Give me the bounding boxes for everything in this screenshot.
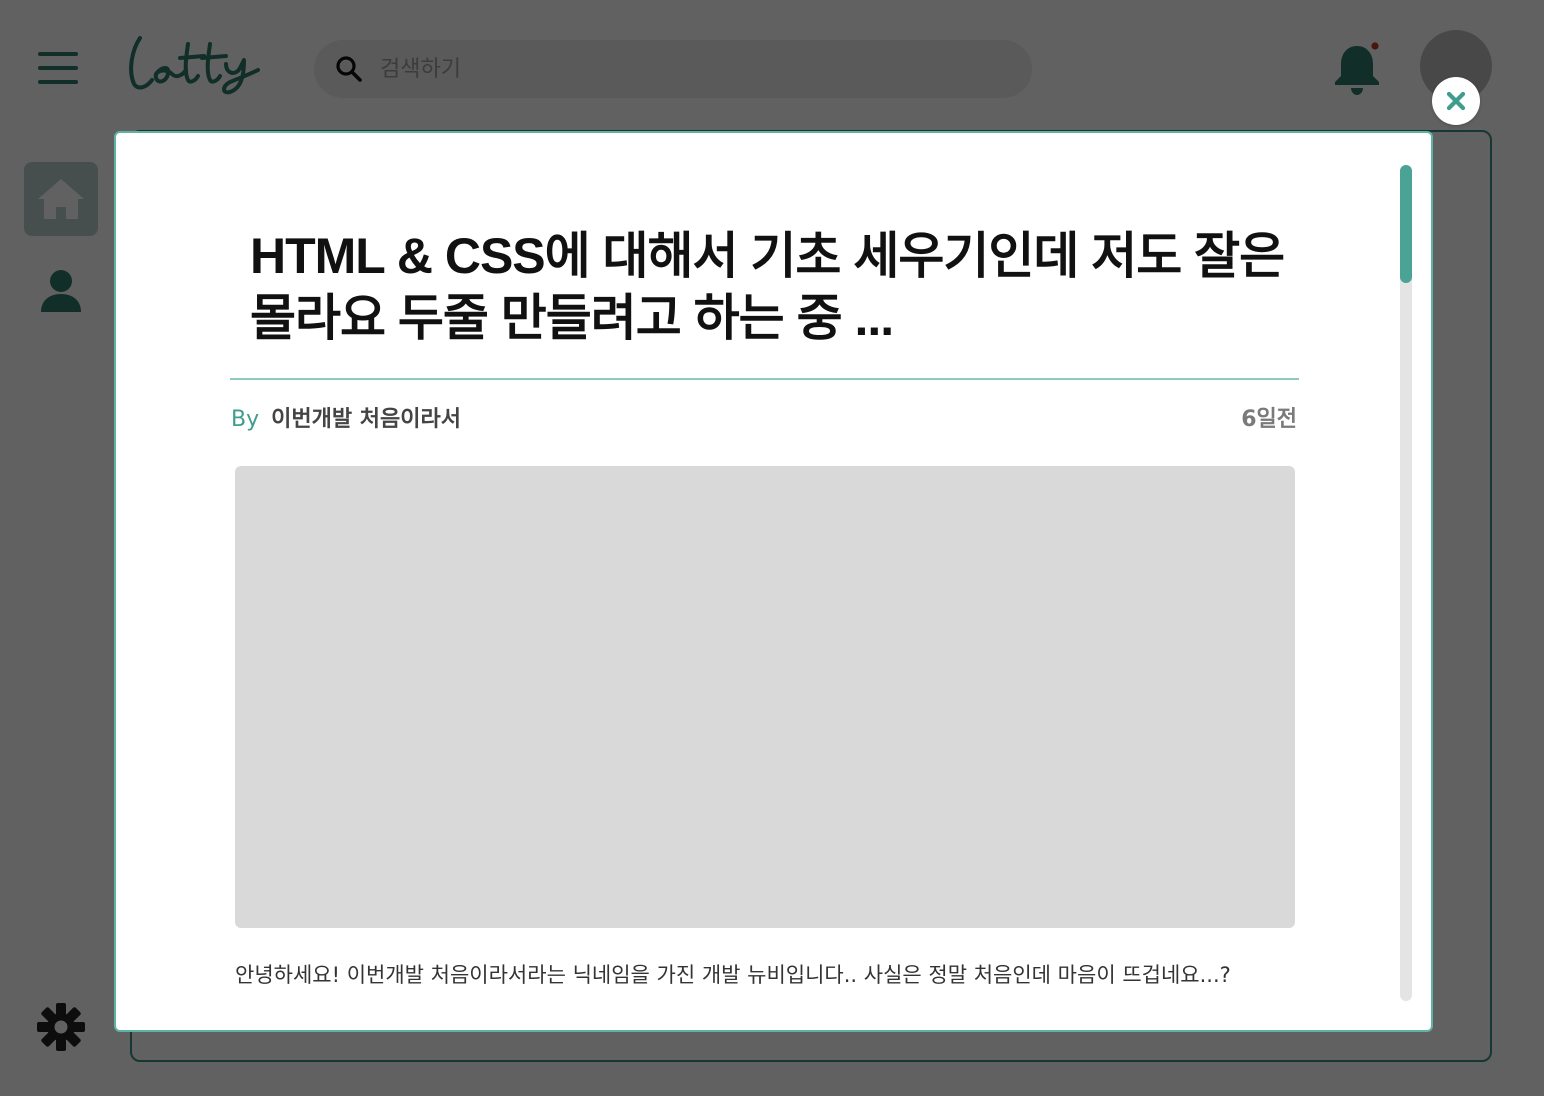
close-button[interactable] bbox=[1432, 77, 1480, 125]
title-divider bbox=[230, 378, 1299, 380]
post-body: 안녕하세요! 이번개발 처음이라서라는 닉네임을 가진 개발 뉴비입니다.. 사… bbox=[235, 963, 1231, 987]
post-byline: By 이번개발 처음이라서 bbox=[231, 403, 461, 437]
author-name[interactable]: 이번개발 처음이라서 bbox=[271, 403, 461, 437]
close-icon bbox=[1446, 91, 1466, 111]
scrollbar-thumb[interactable] bbox=[1400, 165, 1412, 283]
by-label: By bbox=[231, 407, 260, 432]
post-title: HTML & CSS에 대해서 기초 세우기인데 저도 잘은 몰라요 두줄 만들… bbox=[250, 228, 1285, 346]
modal-scrollbar[interactable] bbox=[1400, 165, 1412, 1001]
post-timestamp: 6일전 bbox=[1241, 407, 1297, 432]
post-modal: HTML & CSS에 대해서 기초 세우기인데 저도 잘은 몰라요 두줄 만들… bbox=[114, 131, 1433, 1032]
post-image-placeholder bbox=[235, 466, 1295, 928]
